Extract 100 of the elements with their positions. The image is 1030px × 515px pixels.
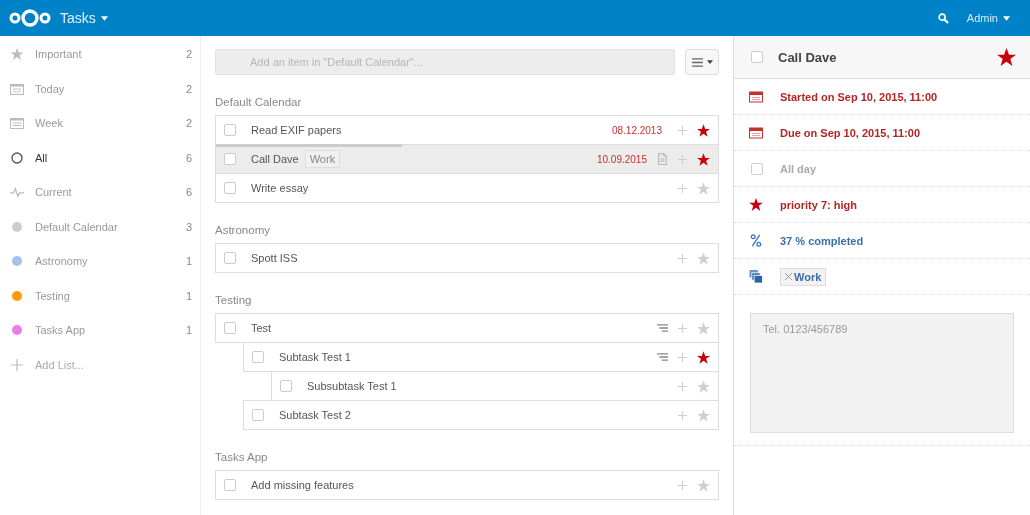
star-icon[interactable] xyxy=(697,181,710,195)
start-date[interactable]: Started on Sep 10, 2015, 11:00 xyxy=(780,90,938,103)
sidebar-label: Default Calendar xyxy=(35,220,119,233)
star-icon[interactable] xyxy=(697,251,710,265)
percent-complete[interactable]: 37 % completed xyxy=(780,234,864,247)
add-subtask-icon[interactable] xyxy=(678,154,687,164)
list-heading: Testing xyxy=(215,294,253,306)
add-subtask-icon[interactable] xyxy=(678,183,687,193)
task-title: Write essay xyxy=(251,182,309,194)
plus-icon xyxy=(10,358,24,371)
due-date: 08.12.2013 xyxy=(611,124,662,136)
task-title: Spott ISS xyxy=(251,252,298,264)
sidebar-label: Current xyxy=(35,186,73,199)
subtasks-icon[interactable] xyxy=(657,322,668,334)
task-title: Read EXIF papers xyxy=(251,124,342,136)
menu-icon xyxy=(691,57,703,67)
list-heading: Astronomy xyxy=(215,224,271,236)
tag-label: Work xyxy=(794,270,822,283)
app-menu[interactable]: Tasks xyxy=(60,10,108,26)
star-icon[interactable] xyxy=(697,321,710,335)
add-subtask-icon[interactable] xyxy=(678,352,687,362)
checkbox[interactable] xyxy=(280,380,292,392)
search-icon[interactable] xyxy=(937,12,949,24)
checkbox[interactable] xyxy=(751,162,763,175)
task-count: 2 xyxy=(185,82,192,95)
sidebar-label: Astronomy xyxy=(35,255,89,268)
logo-icon[interactable] xyxy=(8,8,52,28)
sidebar-item[interactable]: Testing 1 xyxy=(0,278,200,313)
checkbox[interactable] xyxy=(224,124,236,136)
task-row[interactable]: Add missing features xyxy=(215,470,719,500)
sort-menu-button[interactable] xyxy=(685,49,719,75)
checkbox[interactable] xyxy=(252,409,264,421)
task-row[interactable]: Call Dave Work 10.09.2015 xyxy=(215,144,719,174)
pulse-icon xyxy=(10,186,24,199)
task-title: Subtask Test 2 xyxy=(279,409,351,421)
task-row[interactable]: Test xyxy=(215,313,719,343)
task-row[interactable]: Subtask Test 2 xyxy=(243,400,719,430)
star-icon[interactable] xyxy=(697,350,710,364)
sidebar-label: Week xyxy=(35,117,64,130)
star-icon[interactable] xyxy=(697,478,710,492)
sidebar-item[interactable]: Current 6 xyxy=(0,175,200,210)
circle-icon xyxy=(10,151,24,164)
list-heading: Default Calendar xyxy=(215,96,303,108)
add-subtask-icon[interactable] xyxy=(678,125,687,135)
star-icon[interactable] xyxy=(697,379,710,393)
add-subtask-icon[interactable] xyxy=(678,410,687,420)
add-subtask-icon[interactable] xyxy=(678,253,687,263)
user-menu[interactable]: Admin xyxy=(966,12,1010,24)
star-icon xyxy=(10,48,24,61)
sidebar-label: Today xyxy=(35,82,66,95)
sidebar-item[interactable]: Week 2 xyxy=(0,106,200,141)
checkbox[interactable] xyxy=(252,351,264,363)
sidebar-label: Tasks App xyxy=(35,324,87,337)
calendar-icon xyxy=(10,82,24,95)
sidebar-item[interactable]: All 6 xyxy=(0,140,200,175)
task-row[interactable]: Read EXIF papers 08.12.2013 xyxy=(215,115,719,145)
task-title[interactable]: Call Dave xyxy=(778,49,837,65)
priority-label[interactable]: priority 7: high xyxy=(780,198,857,211)
percent-icon xyxy=(749,234,763,247)
sidebar-label: All xyxy=(35,151,49,164)
sidebar-item[interactable]: Default Calendar 3 xyxy=(0,209,200,244)
checkbox[interactable] xyxy=(224,479,236,491)
subtasks-icon[interactable] xyxy=(657,351,668,363)
sidebar-label: Testing xyxy=(35,289,71,302)
task-count: 6 xyxy=(185,151,192,164)
sidebar-item[interactable]: Important 2 xyxy=(0,37,200,72)
checkbox[interactable] xyxy=(751,51,763,63)
task-title: Subsubtask Test 1 xyxy=(307,380,397,392)
task-count: 1 xyxy=(185,255,192,268)
checkbox[interactable] xyxy=(224,153,236,165)
add-subtask-icon[interactable] xyxy=(678,323,687,333)
star-icon[interactable] xyxy=(697,408,710,422)
task-row[interactable]: Subtask Test 1 xyxy=(243,342,719,372)
task-count: 1 xyxy=(185,324,192,337)
star-icon[interactable] xyxy=(697,123,710,137)
task-row[interactable]: Write essay xyxy=(215,173,719,203)
task-count: 1 xyxy=(185,289,192,302)
star-icon[interactable] xyxy=(997,48,1016,66)
task-title: Add missing features xyxy=(251,479,354,491)
sidebar-label: Important xyxy=(35,48,83,61)
checkbox[interactable] xyxy=(224,182,236,194)
due-date[interactable]: Due on Sep 10, 2015, 11:00 xyxy=(780,126,921,139)
sidebar-item[interactable]: Today 2 xyxy=(0,71,200,106)
add-subtask-icon[interactable] xyxy=(678,381,687,391)
star-icon xyxy=(749,198,763,211)
calendar-icon xyxy=(749,126,763,139)
star-icon[interactable] xyxy=(697,152,710,166)
caret-icon xyxy=(706,60,713,64)
tags-icon xyxy=(749,270,763,283)
checkbox[interactable] xyxy=(224,252,236,264)
task-row[interactable]: Spott ISS xyxy=(215,243,719,273)
add-subtask-icon[interactable] xyxy=(678,480,687,490)
task-row[interactable]: Subsubtask Test 1 xyxy=(271,371,719,401)
remove-icon[interactable] xyxy=(785,273,792,280)
task-count: 2 xyxy=(185,48,192,61)
category-tag[interactable]: Work xyxy=(780,267,827,286)
note-field[interactable]: Tel. 0123/456789 xyxy=(750,313,1014,433)
sidebar-item[interactable]: Astronomy 1 xyxy=(0,244,200,279)
checkbox[interactable] xyxy=(224,322,236,334)
sidebar-item[interactable]: Tasks App 1 xyxy=(0,313,200,348)
